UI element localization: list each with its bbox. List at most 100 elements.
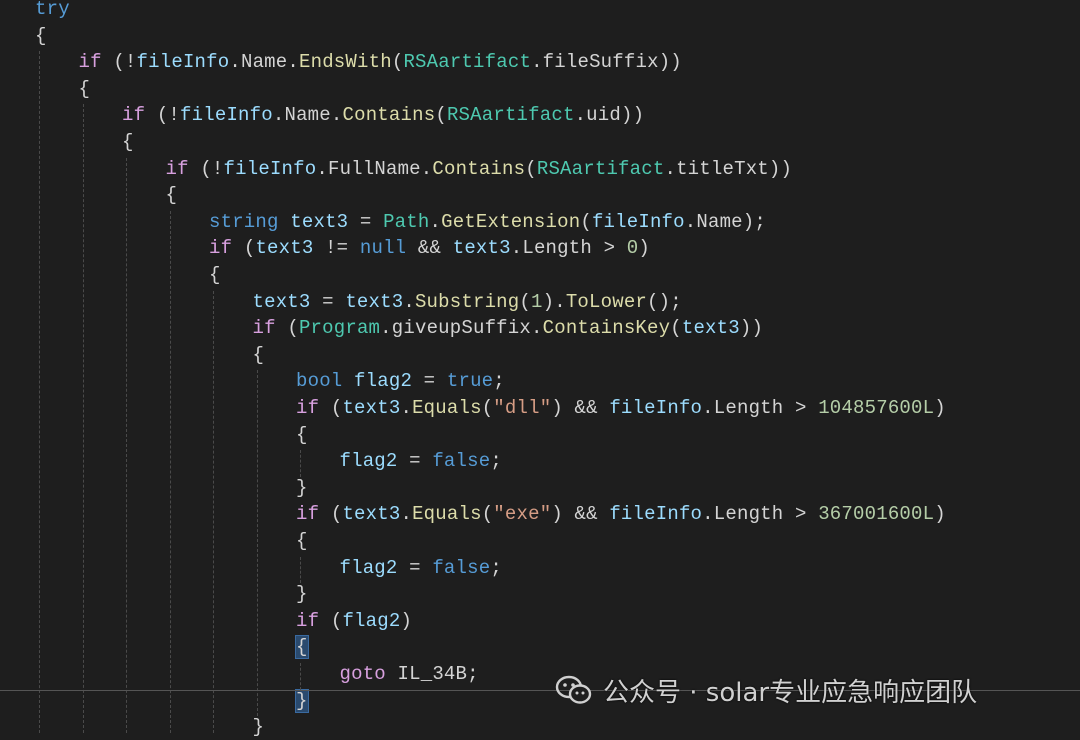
code-line[interactable]: if (flag2) bbox=[296, 608, 412, 634]
code-token: text3 bbox=[252, 290, 311, 313]
code-token: "exe" bbox=[493, 503, 552, 526]
watermark: 公众号 · solar专业应急响应团队 bbox=[555, 670, 977, 710]
code-line[interactable]: { bbox=[166, 182, 178, 208]
code-token: ( bbox=[435, 104, 447, 127]
code-token: = bbox=[348, 210, 384, 233]
code-line[interactable]: try bbox=[35, 0, 70, 22]
code-token: RSAartifact bbox=[536, 157, 665, 180]
code-token: FullName bbox=[327, 157, 421, 180]
code-token: RSAartifact bbox=[446, 104, 575, 127]
code-line[interactable]: string text3 = Path.GetExtension(fileInf… bbox=[209, 209, 766, 235]
code-line[interactable]: { bbox=[253, 342, 265, 368]
code-token: goto bbox=[339, 663, 386, 685]
code-token: ( bbox=[232, 237, 256, 260]
code-token: ); bbox=[742, 210, 767, 233]
code-token: . bbox=[316, 157, 328, 180]
code-line[interactable]: flag2 = false; bbox=[340, 448, 502, 474]
code-line[interactable]: goto IL_34B; bbox=[340, 661, 479, 687]
code-token: . bbox=[403, 290, 415, 313]
code-token: )) bbox=[620, 104, 645, 127]
code-token: text3 bbox=[290, 210, 349, 233]
code-token: ( bbox=[319, 609, 343, 632]
indent-guide bbox=[300, 663, 301, 690]
code-token: text3 bbox=[342, 503, 401, 526]
code-line[interactable]: } bbox=[296, 581, 308, 607]
code-line[interactable]: if (text3.Equals("dll") && fileInfo.Leng… bbox=[296, 395, 946, 421]
code-token: Program bbox=[298, 317, 381, 340]
code-token: = bbox=[310, 290, 346, 313]
code-token: { bbox=[35, 24, 47, 47]
code-token: . bbox=[531, 317, 543, 340]
code-token: )) bbox=[739, 317, 764, 340]
code-token: Equals bbox=[412, 503, 482, 526]
code-token: ; bbox=[490, 556, 502, 579]
code-line[interactable]: { bbox=[35, 23, 47, 49]
code-token: ) bbox=[638, 237, 650, 260]
code-line[interactable]: { bbox=[79, 76, 91, 102]
code-token: EndsWith bbox=[299, 51, 392, 74]
code-token: fileInfo bbox=[180, 104, 273, 127]
code-token: if bbox=[78, 51, 102, 74]
code-token: 1 bbox=[530, 290, 543, 313]
code-token: ( bbox=[519, 290, 531, 313]
code-token: fileInfo bbox=[609, 503, 703, 526]
code-line[interactable]: { bbox=[296, 422, 308, 448]
code-token: . bbox=[510, 237, 523, 260]
code-line[interactable]: { bbox=[295, 634, 309, 660]
code-line[interactable]: if (text3.Equals("exe") && fileInfo.Leng… bbox=[296, 501, 946, 527]
code-token: } bbox=[252, 716, 265, 739]
code-line[interactable]: { bbox=[296, 528, 308, 554]
code-token: . bbox=[272, 104, 285, 127]
indent-guide bbox=[300, 450, 301, 477]
code-line[interactable]: text3 = text3.Substring(1).ToLower(); bbox=[253, 289, 682, 315]
code-line[interactable]: bool flag2 = true; bbox=[296, 368, 505, 394]
code-token: RSAartifact bbox=[403, 51, 532, 74]
code-token: ToLower bbox=[565, 290, 648, 313]
code-token: string bbox=[209, 210, 279, 233]
code-token: flag2 bbox=[354, 370, 413, 393]
code-token: . bbox=[684, 210, 697, 233]
code-token: text3 bbox=[255, 237, 314, 260]
indent-guide bbox=[300, 556, 301, 584]
code-line[interactable]: { bbox=[122, 129, 134, 155]
code-line[interactable]: } bbox=[253, 714, 265, 740]
code-editor[interactable]: try{if (!fileInfo.Name.EndsWith(RSAartif… bbox=[0, 0, 1080, 738]
code-token: ( bbox=[319, 397, 343, 419]
code-token: (! bbox=[101, 51, 137, 74]
code-token: fileInfo bbox=[136, 51, 230, 74]
code-token: GetExtension bbox=[441, 210, 581, 233]
code-token: Length bbox=[713, 503, 784, 526]
code-token: = bbox=[397, 450, 433, 473]
code-line[interactable]: if (!fileInfo.Name.EndsWith(RSAartifact.… bbox=[79, 49, 682, 75]
code-token: (! bbox=[188, 157, 224, 180]
code-token: ( bbox=[525, 157, 537, 180]
code-token: )) bbox=[768, 157, 793, 180]
code-line[interactable]: } bbox=[296, 475, 308, 501]
code-token: { bbox=[209, 264, 221, 286]
code-token: 367001600L bbox=[818, 503, 935, 526]
code-line[interactable]: { bbox=[209, 262, 221, 288]
code-token: try bbox=[35, 0, 70, 20]
code-line[interactable]: if (Program.giveupSuffix.ContainsKey(tex… bbox=[253, 315, 764, 341]
code-token: ) bbox=[400, 609, 413, 632]
code-token: false bbox=[432, 556, 491, 579]
code-line[interactable]: } bbox=[295, 688, 309, 714]
code-token: { bbox=[78, 77, 91, 100]
code-token: )) bbox=[658, 51, 682, 74]
watermark-text: 公众号 · solar专业应急响应团队 bbox=[603, 677, 978, 708]
code-line[interactable]: if (!fileInfo.FullName.Contains(RSAartif… bbox=[166, 156, 793, 182]
code-token: Name bbox=[240, 51, 288, 74]
code-token: ). bbox=[542, 290, 566, 313]
code-line[interactable]: if (!fileInfo.Name.Contains(RSAartifact.… bbox=[122, 102, 644, 128]
code-token: ( bbox=[391, 51, 404, 74]
code-line[interactable]: if (text3 != null && text3.Length > 0) bbox=[209, 235, 650, 261]
indent-guide bbox=[213, 290, 214, 733]
code-token: { bbox=[122, 131, 134, 153]
code-token: ) bbox=[934, 397, 946, 419]
code-token: { bbox=[296, 530, 308, 552]
code-token: uid bbox=[586, 104, 621, 127]
code-token: Path bbox=[383, 210, 430, 233]
code-token: ( bbox=[319, 503, 343, 526]
code-line[interactable]: flag2 = false; bbox=[340, 555, 502, 581]
